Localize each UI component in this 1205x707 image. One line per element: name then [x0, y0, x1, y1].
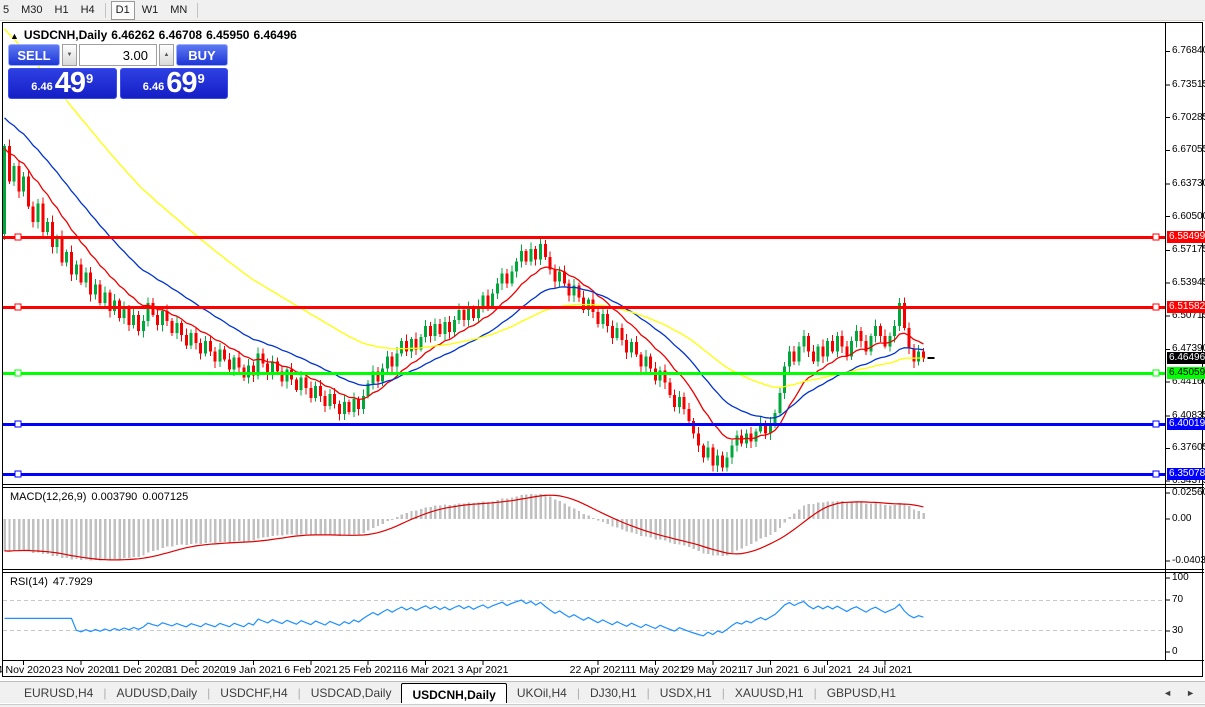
rsi-value: 47.7929	[53, 576, 93, 588]
chart-title: ▲ USDCNH,Daily 6.46262 6.46708 6.45950 6.4649…	[10, 28, 301, 42]
ma-line-12	[5, 149, 924, 440]
price-axis-tick: 6.53945	[1172, 277, 1205, 288]
toolbar-separator	[197, 3, 198, 18]
price-axis-tick: 6.60500	[1172, 211, 1205, 222]
macd-histogram	[4, 494, 925, 561]
price-level-label-6.51582: 6.51582	[1167, 301, 1205, 313]
macd-value-main: 0.003790	[91, 491, 137, 503]
date-axis-label: 29 May 2021	[682, 664, 743, 676]
date-axis-label: 11 Dec 2020	[109, 664, 168, 676]
date-axis-label: 3 Apr 2021	[458, 664, 509, 676]
date-axis-label: 17 Jun 2021	[741, 664, 799, 676]
date-axis-label: 22 Apr 2021	[570, 664, 627, 676]
date-axis-label: 25 Feb 2021	[339, 664, 398, 676]
timeframe-button-w1[interactable]: W1	[137, 1, 164, 20]
price-level-line-6.35078[interactable]	[3, 473, 1165, 476]
symbol-label: USDCNH,Daily	[24, 28, 107, 42]
ohlc-open: 6.46262	[111, 28, 154, 42]
price-level-label-6.45059: 6.45059	[1167, 367, 1205, 379]
volume-stepper-down[interactable]: ▼	[62, 44, 77, 66]
date-axis-label: 6 Feb 2021	[284, 664, 337, 676]
sell-price-sup: 9	[86, 71, 93, 86]
sell-price[interactable]: 6.46499	[8, 68, 117, 99]
macd-axis-tick: 0.00	[1172, 513, 1191, 524]
timeframe-button-mn[interactable]: MN	[165, 1, 192, 20]
price-axis-tick: 6.57175	[1172, 244, 1205, 255]
volume-stepper-up[interactable]: ▲	[159, 44, 174, 66]
price-level-label-6.58499: 6.58499	[1167, 231, 1205, 243]
chevron-down-icon: ▼	[67, 52, 73, 58]
timeframe-button-h4[interactable]: H4	[76, 1, 100, 20]
sell-price-big: 49	[55, 70, 85, 97]
macd-axis-tick: -0.04038	[1172, 555, 1205, 566]
buy-price-prefix: 6.46	[143, 81, 164, 93]
chevron-up-icon: ▲	[164, 52, 170, 58]
date-axis-label: 19 Jan 2021	[224, 664, 282, 676]
price-level-line-6.58499[interactable]	[3, 236, 1165, 239]
buy-button[interactable]: BUY	[176, 44, 228, 66]
price-level-label-6.35078: 6.35078	[1167, 468, 1205, 480]
timeframe-toolbar: 5M30H1H4 D1W1MN	[0, 0, 1205, 21]
price-level-label-6.40019: 6.40019	[1167, 418, 1205, 430]
sell-price-prefix: 6.46	[31, 81, 52, 93]
buy-price-big: 69	[166, 70, 196, 97]
price-axis-tick: 6.76840	[1172, 45, 1205, 56]
macd-label: MACD(12,26,9)	[10, 491, 86, 503]
macd-value-signal: 0.007125	[142, 491, 188, 503]
timeframe-button-d1[interactable]: D1	[111, 1, 135, 20]
timeframe-button-m30[interactable]: M30	[16, 1, 47, 20]
date-axis-label: 23 Nov 2020	[51, 664, 111, 676]
volume-field[interactable]: 3.00	[79, 44, 157, 66]
rsi-axis-tick: 100	[1172, 572, 1189, 583]
toolbar-separator	[105, 3, 106, 18]
current-price-label: 6.46496	[1167, 352, 1205, 364]
macd-pane-label: MACD(12,26,9) 0.003790 0.007125	[10, 491, 193, 503]
date-axis-label: 24 Jul 2021	[858, 664, 912, 676]
macd-axis-tick: 0.025605	[1172, 487, 1205, 498]
ohlc-high: 6.46708	[159, 28, 202, 42]
timeframe-button-5[interactable]: 5	[1, 1, 14, 20]
date-axis-label: 31 Dec 2020	[166, 664, 226, 676]
sell-button[interactable]: SELL	[8, 44, 60, 66]
price-level-line-6.51582[interactable]	[3, 306, 1165, 309]
price-axis-tick: 6.73515	[1172, 79, 1205, 90]
price-level-line-6.40019[interactable]	[3, 423, 1165, 426]
rsi-label: RSI(14)	[10, 576, 48, 588]
ohlc-close: 6.46496	[253, 28, 296, 42]
date-axis-label: 6 Jul 2021	[803, 664, 851, 676]
rsi-axis-tick: 0	[1172, 646, 1178, 657]
rsi-pane-label: RSI(14) 47.7929	[10, 576, 98, 588]
collapse-icon[interactable]: ▲	[10, 31, 19, 41]
date-axis-label: 4 Nov 2020	[0, 664, 51, 676]
rsi-axis-tick: 70	[1172, 594, 1183, 605]
timeframe-button-h1[interactable]: H1	[50, 1, 74, 20]
trade-panel: SELL ▼ 3.00 ▲ BUY 6.46499 6.46699	[8, 44, 228, 99]
date-axis-label: 11 May 2021	[625, 664, 685, 676]
rsi-axis-tick: 30	[1172, 625, 1183, 636]
price-axis-tick: 6.67055	[1172, 144, 1205, 155]
price-axis-tick: 6.63730	[1172, 178, 1205, 189]
chart-plot[interactable]	[0, 0, 1205, 707]
buy-price[interactable]: 6.46699	[120, 68, 229, 99]
price-axis-tick: 6.37605	[1172, 442, 1205, 453]
rsi-line	[5, 600, 924, 636]
price-axis-tick: 6.70285	[1172, 112, 1205, 123]
buy-price-sup: 9	[197, 71, 204, 86]
ohlc-low: 6.45950	[206, 28, 249, 42]
date-axis-label: 16 Mar 2021	[396, 664, 455, 676]
price-level-line-6.45059[interactable]	[3, 372, 1165, 375]
candles	[3, 139, 925, 472]
